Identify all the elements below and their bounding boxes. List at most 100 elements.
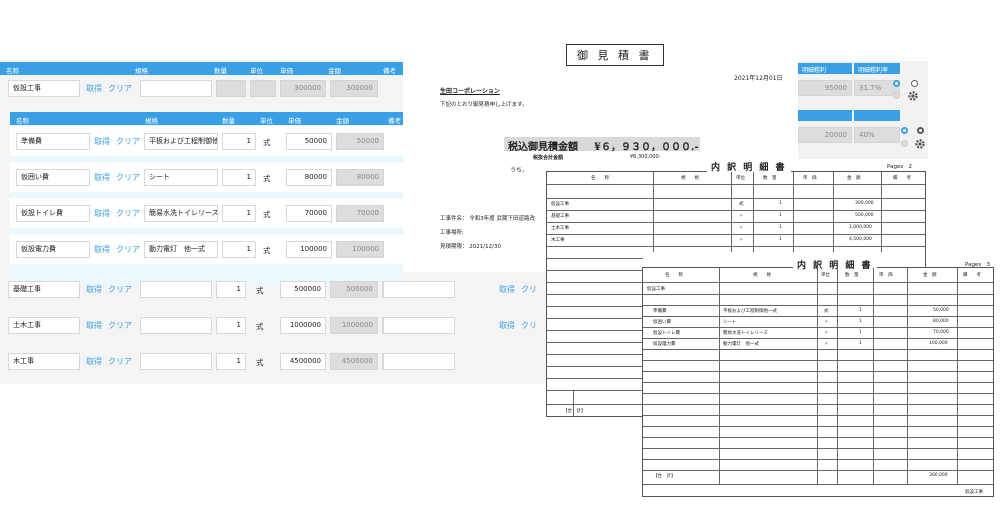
child-price-input[interactable]: 70000 bbox=[286, 205, 332, 222]
sheet2-row-name: 仮設トイレ費 bbox=[653, 331, 680, 336]
profit-value: 95000 bbox=[798, 80, 852, 96]
child-price-input[interactable]: 100000 bbox=[286, 241, 332, 258]
sheet2-total-value: 300,000 bbox=[929, 473, 948, 478]
sheet2-total-label: 【合 計】 bbox=[653, 474, 676, 479]
unit[interactable]: 式 bbox=[256, 285, 264, 296]
child-spec-input[interactable]: 動力電灯 他一式 bbox=[144, 241, 218, 258]
valid-until: 見積期限： 2021/12/30 bbox=[440, 244, 501, 250]
get-link[interactable]: 取得 bbox=[94, 136, 110, 147]
child-name-input[interactable]: 仮設電力費 bbox=[16, 241, 90, 258]
child-name-input[interactable]: 仮囲い費 bbox=[16, 169, 90, 186]
gear-icon[interactable] bbox=[907, 90, 919, 102]
price-input[interactable]: 500000 bbox=[280, 281, 326, 298]
sheet2-row-name: 準備費 bbox=[653, 309, 667, 314]
profit-value-2: 20000 bbox=[798, 127, 852, 143]
subtotal-value: ¥6,300,000- bbox=[630, 154, 661, 160]
child-name-input[interactable]: 準備費 bbox=[16, 133, 90, 150]
radio-option-disabled[interactable] bbox=[893, 92, 900, 99]
note-input[interactable] bbox=[383, 353, 455, 370]
get-link[interactable]: 取得 bbox=[94, 172, 110, 183]
profit-header: 明細粗利 bbox=[798, 63, 852, 74]
sheet-title: 内 訳 明 細 書 bbox=[793, 258, 877, 271]
clear-link[interactable]: クリア bbox=[108, 356, 132, 367]
child-unit[interactable]: 式 bbox=[263, 173, 271, 184]
clear-link[interactable]: クリア bbox=[116, 208, 140, 219]
get-link[interactable]: 取得 bbox=[499, 284, 515, 295]
get-link[interactable]: 取得 bbox=[86, 83, 102, 94]
child-table-header: 名称 規格 数量 単位 単価 金額 備考 bbox=[10, 112, 403, 125]
gear-icon[interactable] bbox=[914, 138, 926, 150]
qty-input[interactable]: 1 bbox=[216, 281, 246, 298]
clear-link[interactable]: クリア bbox=[108, 83, 132, 94]
get-link[interactable]: 取得 bbox=[94, 208, 110, 219]
price-input[interactable]: 1000000 bbox=[280, 317, 326, 334]
child-spec-input[interactable]: 簡易水洗トイレリース bbox=[144, 205, 218, 222]
note-input[interactable] bbox=[383, 317, 455, 334]
child-qty-input[interactable]: 1 bbox=[222, 169, 256, 186]
estimate-entry-form: 名称 規格 数量 単位 単価 金額 備考 仮設工事 取得 クリア 300000 … bbox=[0, 60, 403, 384]
clear-link[interactable]: クリア bbox=[116, 136, 140, 147]
clear-link-truncated[interactable]: クリ bbox=[521, 320, 537, 331]
estimate-title: 御 見 積 書 bbox=[566, 44, 664, 66]
amount-readonly: 500000 bbox=[330, 281, 378, 298]
qty-input[interactable]: 1 bbox=[216, 317, 246, 334]
spec-input[interactable] bbox=[140, 80, 212, 97]
child-unit[interactable]: 式 bbox=[263, 245, 271, 256]
estimate-date: 2021年12月01日 bbox=[734, 75, 783, 82]
table-header: 名称 規格 数量 単位 単価 金額 備考 bbox=[0, 62, 403, 75]
get-link[interactable]: 取得 bbox=[86, 356, 102, 367]
profit-rate-header: 明細粗利率 bbox=[854, 63, 900, 74]
spec-input[interactable] bbox=[140, 353, 212, 370]
estimate-intro: 下記のとおり御見積申し上げます。 bbox=[440, 102, 528, 108]
radio-option-selected-2[interactable] bbox=[901, 127, 908, 134]
child-amount-readonly: 80000 bbox=[336, 169, 384, 186]
get-link[interactable]: 取得 bbox=[499, 320, 515, 331]
name-input[interactable]: 仮設工事 bbox=[8, 80, 80, 97]
child-qty-input[interactable]: 1 bbox=[222, 205, 256, 222]
clear-link[interactable]: クリア bbox=[108, 284, 132, 295]
sheet1-row-name: 土木工事 bbox=[551, 226, 569, 231]
price-input[interactable]: 4500000 bbox=[280, 353, 326, 370]
customer-name: 生田コーポレーション bbox=[440, 88, 500, 95]
profit-rate-value-2: 40% bbox=[854, 127, 900, 143]
radio-option-2[interactable] bbox=[917, 127, 924, 134]
total-label: 税込御見積金額 bbox=[508, 142, 578, 153]
unit[interactable]: 式 bbox=[256, 357, 264, 368]
spec-input[interactable] bbox=[140, 281, 212, 298]
radio-option-selected[interactable] bbox=[893, 80, 900, 87]
get-link[interactable]: 取得 bbox=[86, 320, 102, 331]
clear-link[interactable]: クリア bbox=[116, 172, 140, 183]
name-input[interactable]: 土木工事 bbox=[8, 317, 80, 334]
child-qty-input[interactable]: 1 bbox=[222, 133, 256, 150]
sheet1-total-label: 【合 計】 bbox=[563, 409, 586, 414]
child-unit[interactable]: 式 bbox=[263, 209, 271, 220]
clear-link[interactable]: クリア bbox=[108, 320, 132, 331]
child-name-input[interactable]: 仮設トイレ費 bbox=[16, 205, 90, 222]
child-row: 仮設トイレ費 取得 クリア 簡易水洗トイレリース 1 式 70000 70000 bbox=[10, 198, 403, 228]
child-amount-readonly: 50000 bbox=[336, 133, 384, 150]
child-spec-input[interactable]: 平板および工程制御他一 bbox=[144, 133, 218, 150]
gross-profit-panel: 明細粗利 明細粗利率 95000 31.7% 20000 40% bbox=[798, 61, 928, 159]
unit[interactable]: 式 bbox=[256, 321, 264, 332]
profit-rate-header-2 bbox=[854, 110, 900, 121]
get-link[interactable]: 取得 bbox=[86, 284, 102, 295]
sheet2-footer: 仮設工事 bbox=[965, 490, 983, 495]
unit-readonly bbox=[250, 80, 276, 97]
name-input[interactable]: 木工事 bbox=[8, 353, 80, 370]
get-link[interactable]: 取得 bbox=[94, 244, 110, 255]
child-price-input[interactable]: 50000 bbox=[286, 133, 332, 150]
child-spec-input[interactable]: シート bbox=[144, 169, 218, 186]
clear-link[interactable]: クリア bbox=[116, 244, 140, 255]
clear-link-truncated[interactable]: クリ bbox=[521, 284, 537, 295]
note-input[interactable] bbox=[383, 281, 455, 298]
qty-input[interactable]: 1 bbox=[216, 353, 246, 370]
child-price-input[interactable]: 80000 bbox=[286, 169, 332, 186]
radio-option[interactable] bbox=[911, 80, 918, 87]
name-input[interactable]: 基礎工事 bbox=[8, 281, 80, 298]
child-qty-input[interactable]: 1 bbox=[222, 241, 256, 258]
spec-input[interactable] bbox=[140, 317, 212, 334]
child-unit[interactable]: 式 bbox=[263, 137, 271, 148]
sheet-title: 内 訳 明 細 書 bbox=[707, 160, 791, 173]
child-amount-readonly: 70000 bbox=[336, 205, 384, 222]
radio-option-disabled-2[interactable] bbox=[901, 140, 908, 147]
